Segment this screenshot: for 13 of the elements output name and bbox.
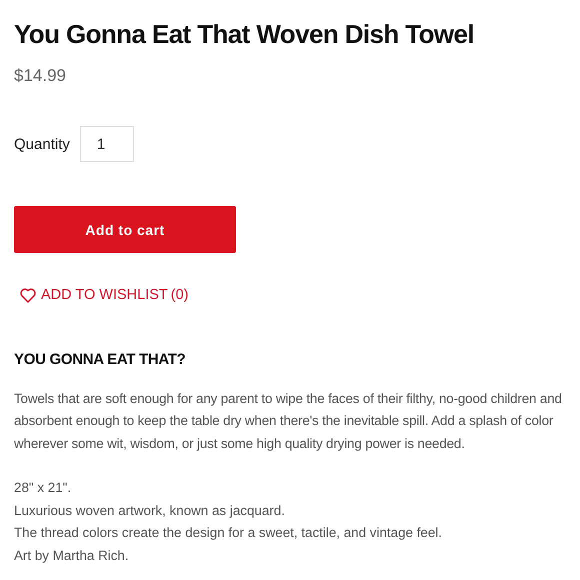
description-line: 28" x 21". xyxy=(14,479,72,497)
description-line: The thread colors create the design for a sweet, tactile, and vintage feel. xyxy=(14,524,444,542)
description-paragraph: Towels that are soft enough for any parent to wipe the faces of their filthy, no-good children and absorbent enough to keep the table dry when there's the inevitable spill. Add a splash of color wherever some wit, wisdom, or just some high quality drying power is needed. xyxy=(14,390,563,453)
add-to-cart-button[interactable]: Add to cart xyxy=(14,206,236,253)
quantity-label: Quantity xyxy=(14,136,70,152)
wishlist-link[interactable]: ADD TO WISHLIST (0) xyxy=(20,287,188,303)
heart-icon xyxy=(20,288,36,302)
description-line: Luxurious woven artwork, known as jacquard. xyxy=(14,502,286,520)
product-title: You Gonna Eat That Woven Dish Towel xyxy=(14,18,474,51)
description-heading: YOU GONNA EAT THAT? xyxy=(14,350,187,368)
product-price: $14.99 xyxy=(14,66,67,86)
description-line: Art by Martha Rich. xyxy=(14,546,130,565)
quantity-field[interactable]: 1 xyxy=(80,126,134,162)
